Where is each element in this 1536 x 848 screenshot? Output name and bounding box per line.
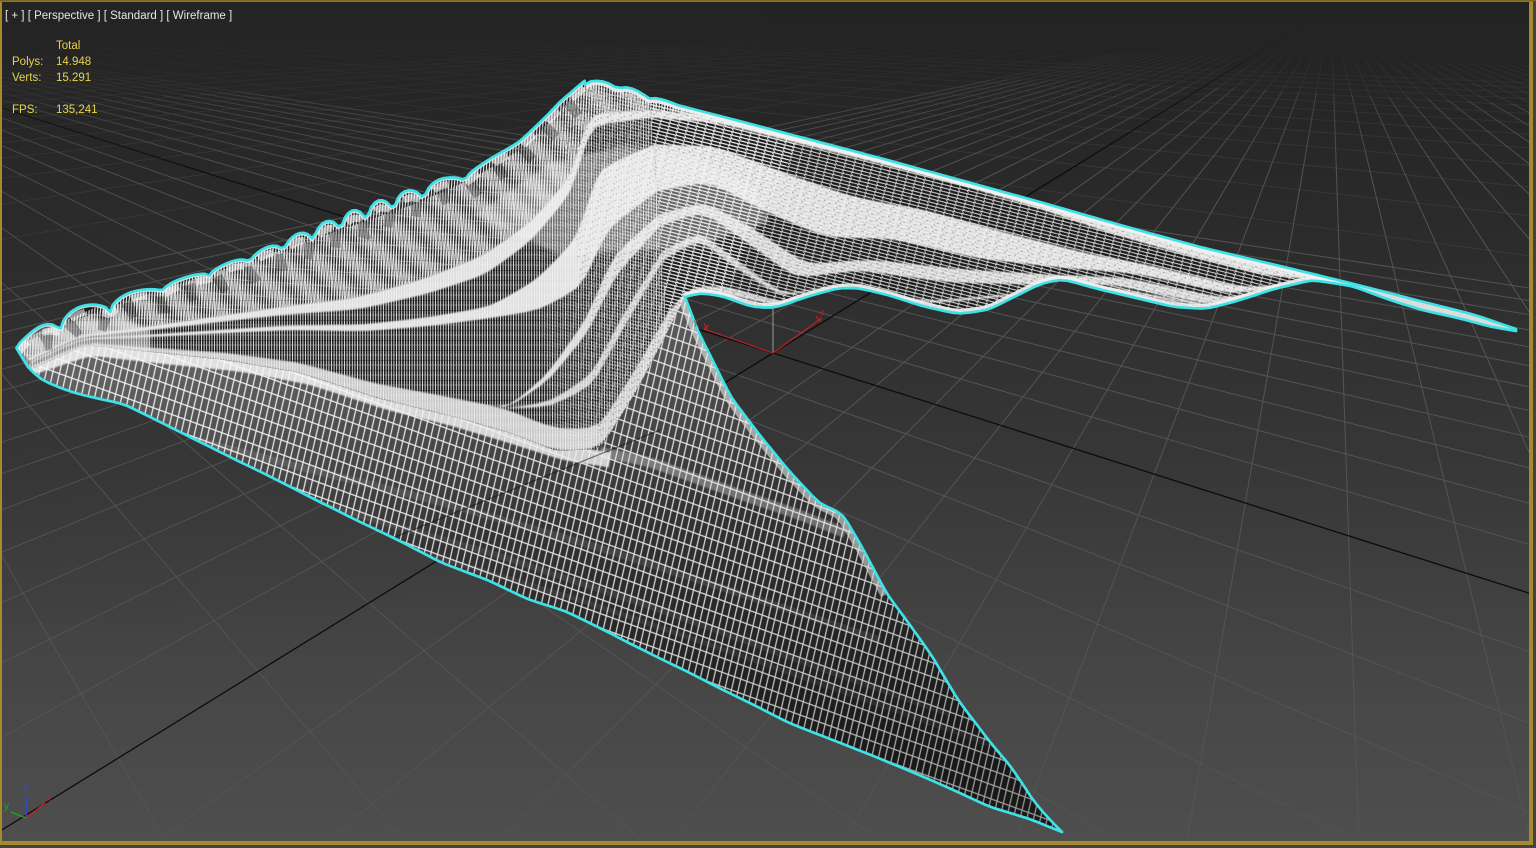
svg-text:y: y: [694, 318, 698, 327]
svg-text:15.291: 15.291: [56, 72, 91, 84]
svg-text:x: x: [46, 793, 51, 804]
svg-text:[ + ] [ Perspective ] [ Standa: [ + ] [ Perspective ] [ Standard ] [ Wir…: [5, 10, 232, 22]
svg-text:Polys:: Polys:: [12, 56, 43, 68]
svg-text:x: x: [820, 307, 825, 317]
svg-text:y: y: [4, 801, 9, 812]
svg-text:FPS:: FPS:: [12, 104, 38, 116]
svg-text:Total: Total: [56, 40, 80, 52]
svg-text:Verts:: Verts:: [12, 72, 41, 84]
svg-text:Z: Z: [22, 784, 28, 795]
svg-text:14.948: 14.948: [56, 56, 91, 68]
svg-text:135,241: 135,241: [56, 104, 98, 116]
